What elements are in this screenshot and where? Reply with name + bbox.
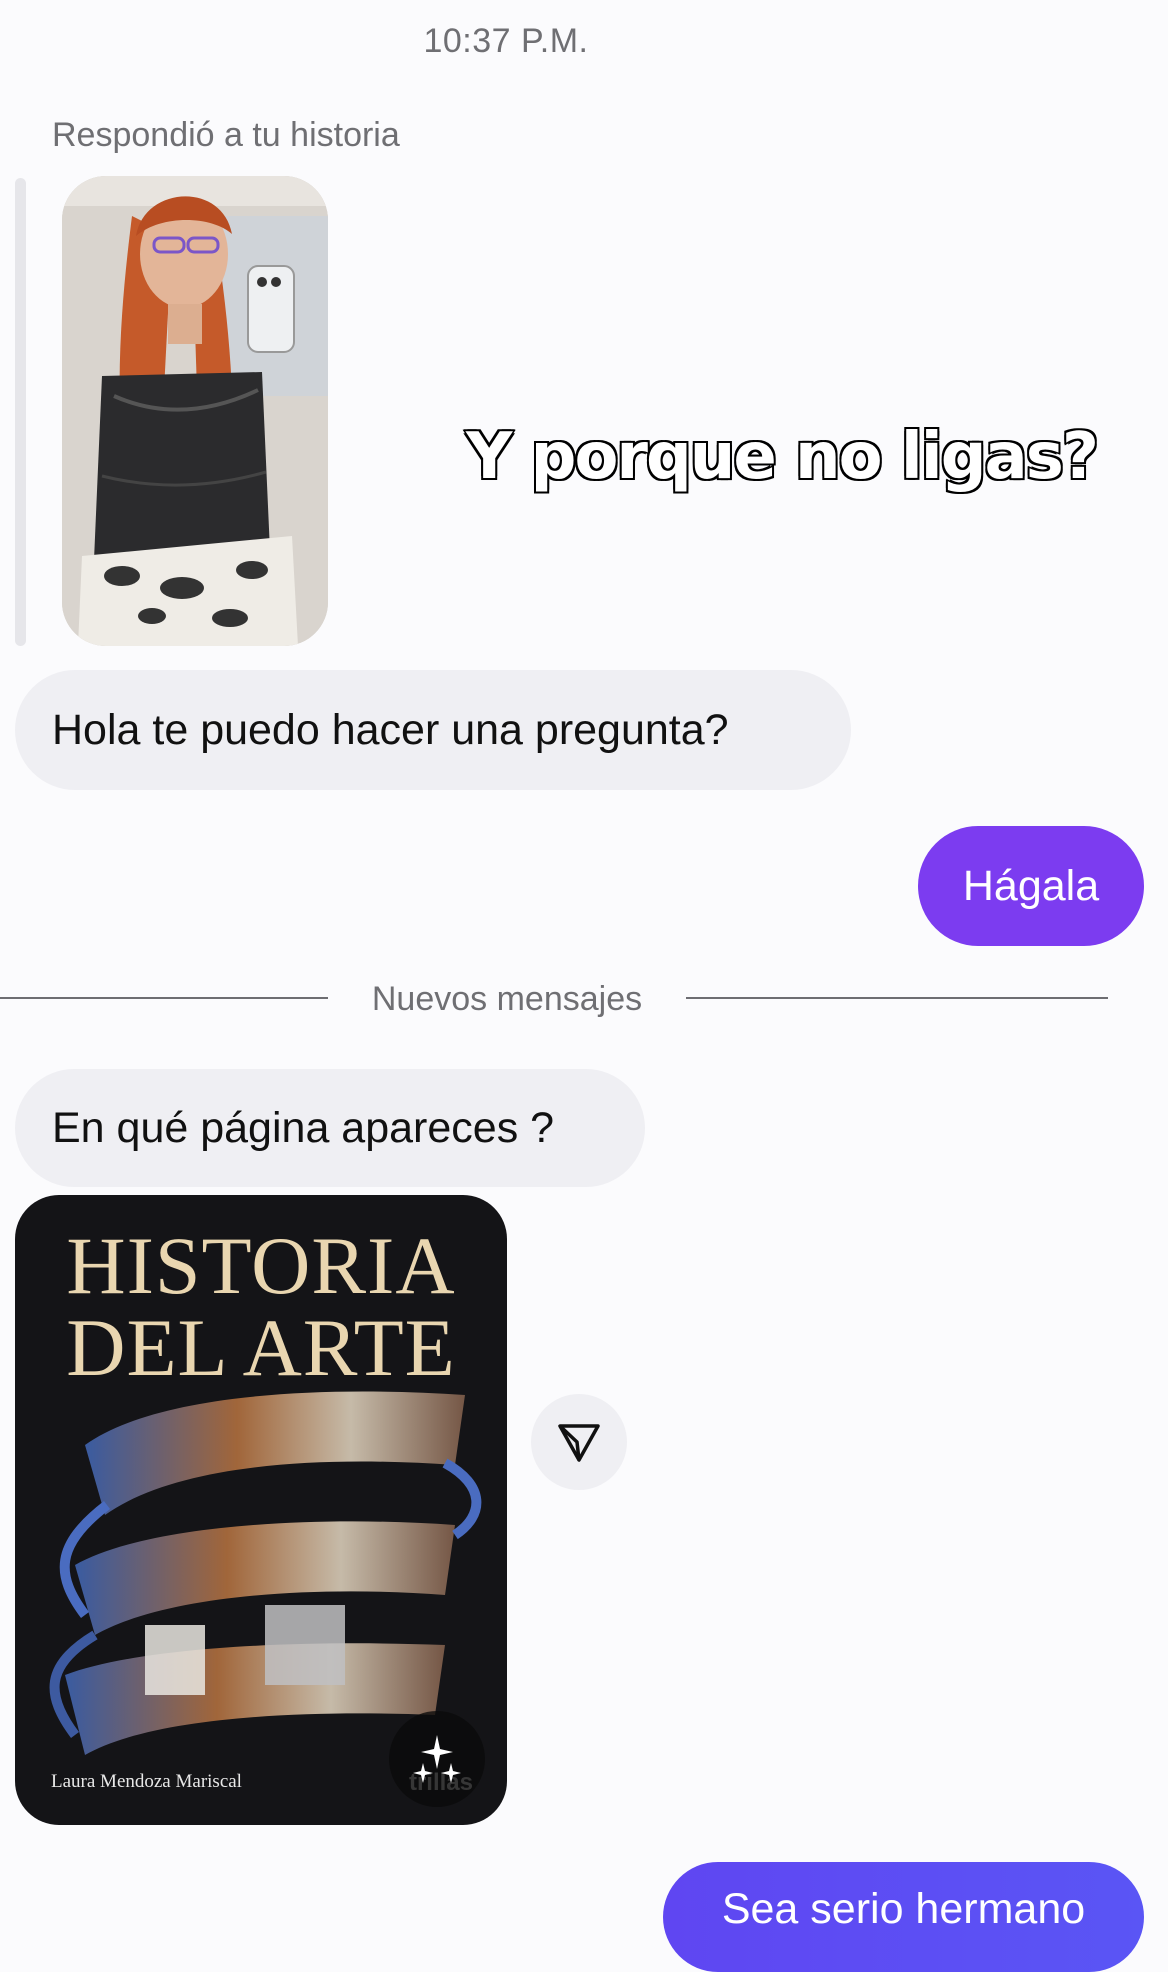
story-photo xyxy=(62,176,328,646)
story-reply-caption: Respondió a tu historia xyxy=(52,116,400,154)
message-text: Sea serio hermano xyxy=(721,1885,1086,1933)
incoming-message-bubble[interactable]: En qué página apareces ? xyxy=(15,1069,645,1187)
sparkles-icon xyxy=(413,1735,461,1783)
divider-line xyxy=(686,997,1108,999)
message-text: Hágala xyxy=(962,861,1100,910)
share-button[interactable] xyxy=(531,1394,627,1490)
image-attachment[interactable]: HISTORIA DEL ARTE Laura Mendoza Mariscal… xyxy=(15,1195,507,1825)
new-messages-divider: Nuevos mensajes xyxy=(371,980,643,1018)
book-title-line2: DEL ARTE xyxy=(66,1302,456,1393)
outgoing-message-bubble[interactable]: Hágala xyxy=(918,826,1144,946)
message-text: Hola te puedo hacer una pregunta? xyxy=(52,705,729,754)
book-author: Laura Mendoza Mariscal xyxy=(51,1771,242,1792)
book-title-line1: HISTORIA xyxy=(66,1220,456,1311)
message-timestamp: 10:37 P.M. xyxy=(423,22,589,60)
story-overlay-text: Y porque no ligas? xyxy=(465,419,1101,496)
outgoing-message-bubble[interactable]: Sea serio hermano xyxy=(663,1862,1144,1972)
message-text: En qué página apareces ? xyxy=(52,1103,555,1152)
incoming-message-bubble[interactable]: Hola te puedo hacer una pregunta? xyxy=(15,670,851,790)
paper-plane-icon xyxy=(558,1424,600,1462)
ai-sparkle-button[interactable] xyxy=(389,1711,485,1807)
reply-indicator-bar xyxy=(15,178,26,646)
story-thumbnail[interactable] xyxy=(62,176,328,646)
